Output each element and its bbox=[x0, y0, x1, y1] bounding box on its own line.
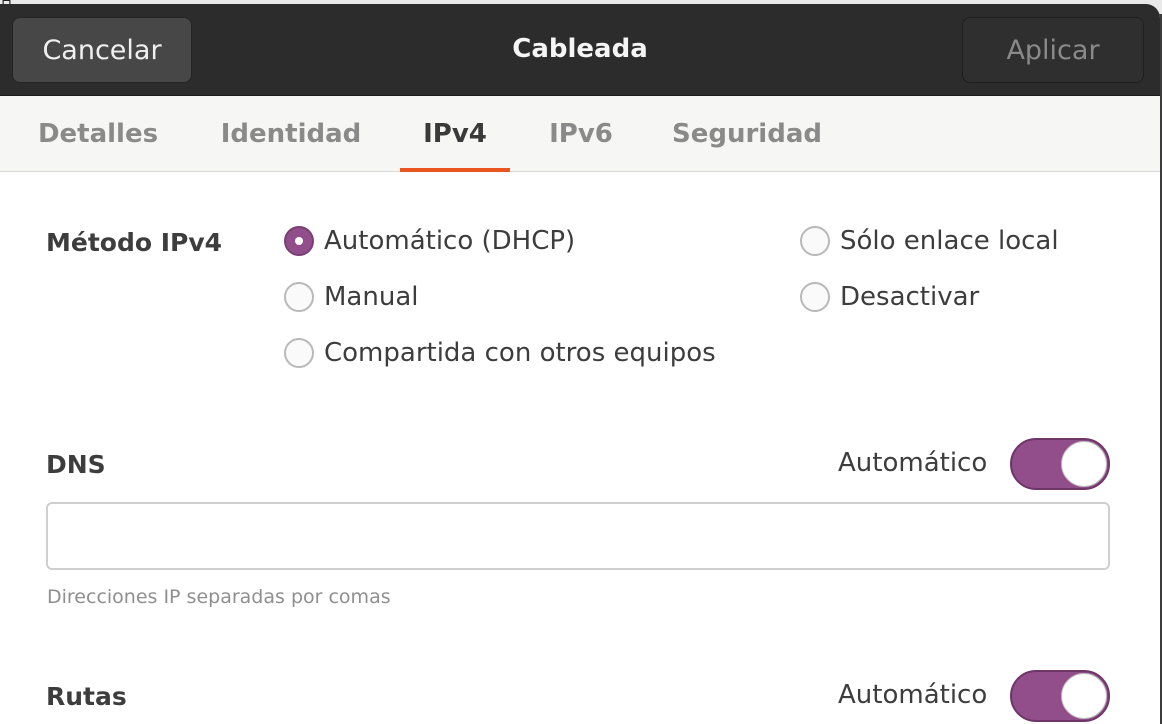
radio-unchecked-icon bbox=[800, 282, 830, 312]
tab-seguridad[interactable]: Seguridad bbox=[662, 96, 832, 172]
radio-label: Automático (DHCP) bbox=[324, 226, 576, 256]
tab-identidad[interactable]: Identidad bbox=[206, 96, 376, 172]
routes-automatic-label: Automático bbox=[838, 680, 988, 710]
tab-detalles[interactable]: Detalles bbox=[22, 96, 174, 172]
tab-ipv4[interactable]: IPv4 bbox=[400, 96, 510, 172]
radio-link-local-only[interactable]: Sólo enlace local bbox=[800, 226, 1059, 256]
dns-automatic-switch[interactable] bbox=[1010, 438, 1110, 490]
radio-checked-icon bbox=[284, 226, 314, 256]
radio-label: Sólo enlace local bbox=[840, 226, 1059, 256]
wired-connection-dialog: Cancelar Cableada Aplicar Detalles Ident… bbox=[0, 4, 1160, 724]
dns-hint: Direcciones IP separadas por comas bbox=[47, 586, 391, 608]
tab-ipv6[interactable]: IPv6 bbox=[536, 96, 626, 172]
radio-unchecked-icon bbox=[800, 226, 830, 256]
dns-label: DNS bbox=[46, 450, 106, 479]
tab-bar: Detalles Identidad IPv4 IPv6 Seguridad bbox=[0, 96, 1160, 172]
headerbar: Cancelar Cableada Aplicar bbox=[0, 4, 1160, 96]
radio-unchecked-icon bbox=[284, 338, 314, 368]
radio-manual[interactable]: Manual bbox=[284, 282, 418, 312]
switch-knob bbox=[1061, 673, 1107, 719]
dns-input[interactable] bbox=[46, 502, 1110, 570]
ipv4-method-label: Método IPv4 bbox=[46, 228, 223, 257]
radio-automatic-dhcp[interactable]: Automático (DHCP) bbox=[284, 226, 575, 256]
routes-automatic-switch[interactable] bbox=[1010, 670, 1110, 722]
radio-shared[interactable]: Compartida con otros equipos bbox=[284, 338, 716, 368]
dns-automatic-label: Automático bbox=[838, 448, 988, 478]
radio-label: Manual bbox=[324, 282, 419, 312]
routes-label: Rutas bbox=[46, 682, 127, 711]
switch-knob bbox=[1061, 441, 1107, 487]
radio-label: Desactivar bbox=[840, 282, 980, 312]
radio-label: Compartida con otros equipos bbox=[324, 338, 716, 368]
radio-unchecked-icon bbox=[284, 282, 314, 312]
radio-disable[interactable]: Desactivar bbox=[800, 282, 979, 312]
apply-button[interactable]: Aplicar bbox=[962, 17, 1144, 83]
